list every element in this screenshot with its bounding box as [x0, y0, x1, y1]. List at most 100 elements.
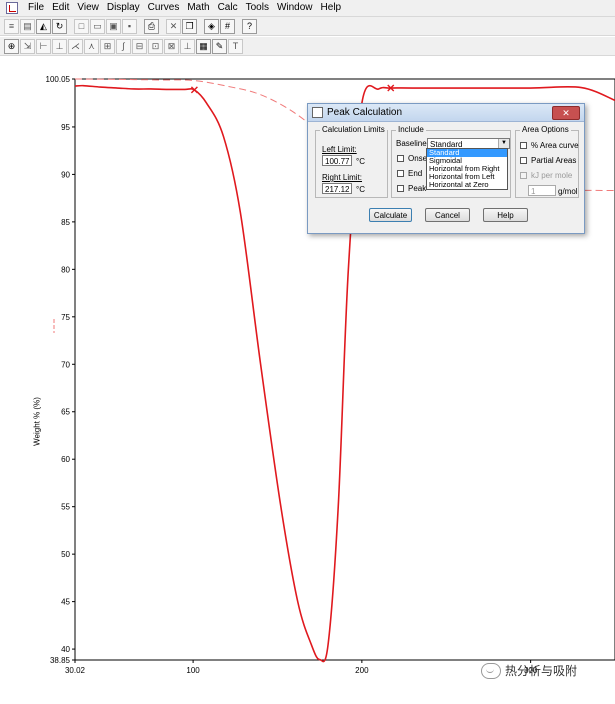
baseline-label: Baseline: — [396, 139, 429, 148]
rescale-icon[interactable]: ⇲ — [20, 38, 35, 54]
close-button[interactable]: ✕ — [552, 106, 580, 120]
print-icon[interactable]: ⎙ — [144, 18, 159, 34]
y-axis-label: Weight % (%) — [32, 397, 42, 446]
baseline-dropdown-list: Standard Sigmoidal Horizontal from Right Ho… — [426, 148, 508, 190]
y-tick-label: 38.85 — [50, 656, 71, 665]
y-tick-label: 95 — [61, 123, 70, 132]
kj-per-mole-checkbox[interactable] — [520, 172, 527, 179]
menu-view[interactable]: View — [73, 0, 103, 16]
menu-math[interactable]: Math — [183, 0, 213, 16]
chart-icon[interactable]: ◭ — [36, 18, 51, 34]
refresh-icon[interactable]: ↻ — [52, 18, 67, 34]
open-icon[interactable]: ▭ — [90, 18, 105, 34]
signal-icon[interactable]: ⊡ — [148, 38, 163, 54]
y-tick-label: 50 — [61, 550, 70, 559]
menu-display[interactable]: Display — [103, 0, 144, 16]
save-all-icon[interactable]: ▣ — [106, 18, 121, 34]
menu-calc[interactable]: Calc — [214, 0, 242, 16]
calculation-limits-group: Calculation Limits Left Limit: 100.77 °C… — [315, 125, 388, 198]
cursor-icon[interactable]: ⊢ — [36, 38, 51, 54]
y-tick-label: 65 — [61, 408, 70, 417]
area-options-title: Area Options — [520, 125, 571, 134]
mole-weight-unit: g/mol — [558, 187, 578, 196]
menu-file[interactable]: File — [24, 0, 48, 16]
calculate-button[interactable]: Calculate — [369, 208, 412, 222]
dialog-icon — [312, 107, 323, 118]
menu-curves[interactable]: Curves — [144, 0, 184, 16]
onset-icon[interactable]: ⋌ — [68, 38, 83, 54]
analysis-toolbar: ⊕ ⇲ ⊢ ⊥ ⋌ ⋏ ⊞ ∫ ⊟ ⊡ ⊠ ⊥ ▦ ✎ T — [0, 37, 615, 56]
save-icon[interactable]: ▪ — [122, 18, 137, 34]
dialog-title: Peak Calculation — [327, 107, 403, 118]
baseline-icon[interactable]: ⊟ — [132, 38, 147, 54]
right-limit-input[interactable]: 217.12 — [322, 183, 352, 194]
menu-edit[interactable]: Edit — [48, 0, 73, 16]
copy-icon[interactable]: ❐ — [182, 18, 197, 34]
mole-weight-input[interactable]: 1 — [528, 185, 556, 196]
pct-area-label: % Area curve — [531, 141, 579, 150]
step-icon[interactable]: ⊥ — [52, 38, 67, 54]
x-tick-label: 30.02 — [65, 666, 86, 675]
right-limit-unit: °C — [356, 185, 365, 194]
cancel-button[interactable]: Cancel — [425, 208, 470, 222]
left-limit-input[interactable]: 100.77 — [322, 155, 352, 166]
menu-tools[interactable]: Tools — [242, 0, 273, 16]
label-icon[interactable]: ⊥ — [180, 38, 195, 54]
peak-label: Peak — [408, 184, 427, 193]
include-title: Include — [396, 125, 426, 134]
kj-per-mole-label: kJ per mole — [531, 171, 573, 180]
text-icon[interactable]: T — [228, 38, 243, 54]
y-tick-label: 60 — [61, 455, 70, 464]
y-tick-label: 80 — [61, 265, 70, 274]
table-icon[interactable]: ▦ — [196, 38, 211, 54]
pen-icon[interactable]: ✎ — [212, 38, 227, 54]
calculation-limits-title: Calculation Limits — [320, 125, 387, 134]
menu-bar: File Edit View Display Curves Math Calc Tools Wi… — [0, 0, 615, 17]
menu-help[interactable]: Help — [317, 0, 346, 16]
right-limit-label: Right Limit: — [322, 173, 363, 182]
help-button[interactable]: Help — [483, 208, 528, 222]
y-tick-label: 85 — [61, 218, 70, 227]
menu-window[interactable]: Window — [273, 0, 317, 16]
y-tick-label: 90 — [61, 170, 70, 179]
marker-icon[interactable]: ⊠ — [164, 38, 179, 54]
app-icon[interactable] — [6, 2, 18, 14]
partial-areas-checkbox[interactable] — [520, 157, 527, 164]
y-tick-label: 70 — [61, 360, 70, 369]
y-tick-label: 40 — [61, 645, 70, 654]
y-tick-label: 45 — [61, 598, 70, 607]
main-toolbar: ≡ ▤ ◭ ↻ □ ▭ ▣ ▪ ⎙ ✕ ❐ ◈ #? — [0, 17, 615, 36]
new-icon[interactable]: □ — [74, 18, 89, 34]
left-limit-unit: °C — [356, 157, 365, 166]
peak-icon[interactable]: ⋏ — [84, 38, 99, 54]
y-tick-label: 100.05 — [46, 75, 71, 84]
left-limit-label: Left Limit: — [322, 145, 357, 154]
end-checkbox[interactable] — [397, 170, 404, 177]
end-label: End — [408, 169, 423, 178]
y-tick-label: 75 — [61, 313, 70, 322]
baseline-option[interactable]: Horizontal at Zero — [427, 181, 507, 189]
first-icon[interactable]: ≡ — [4, 18, 19, 34]
cut-icon[interactable]: ✕ — [166, 18, 181, 34]
x-tick-label: 200 — [355, 666, 369, 675]
area-icon[interactable]: ⊞ — [100, 38, 115, 54]
pct-area-checkbox[interactable] — [520, 142, 527, 149]
watermark: 热分析与吸附 — [481, 662, 577, 679]
context-help-icon[interactable]: ? — [242, 18, 257, 34]
limit-marker — [190, 86, 198, 94]
dialog-titlebar[interactable]: Peak Calculation — [308, 104, 584, 122]
area-options-group: Area Options % Area curve Partial Areas … — [515, 125, 579, 198]
zoom-icon[interactable]: ⊕ — [4, 38, 19, 54]
x-tick-label: 100 — [186, 666, 200, 675]
paste-icon[interactable]: ◈ — [204, 18, 219, 34]
y-tick-label: 55 — [61, 503, 70, 512]
watermark-text: 热分析与吸附 — [505, 664, 578, 678]
partial-areas-label: Partial Areas — [531, 156, 577, 165]
peak-checkbox[interactable] — [397, 185, 404, 192]
onset-checkbox[interactable] — [397, 155, 404, 162]
doc-icon[interactable]: ▤ — [20, 18, 35, 34]
integral-icon[interactable]: ∫ — [116, 38, 131, 54]
wechat-icon — [481, 662, 501, 679]
grid-icon[interactable]: # — [220, 18, 235, 34]
chevron-down-icon[interactable]: ▼ — [498, 139, 509, 148]
